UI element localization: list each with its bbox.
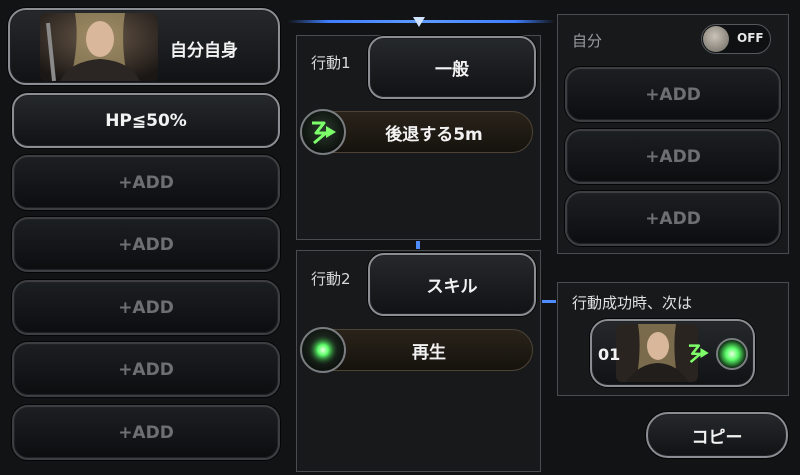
mid-connector-dot xyxy=(416,241,420,249)
action1-type-button[interactable]: 一般 xyxy=(368,36,536,99)
add-label: +ADD xyxy=(118,234,174,255)
copy-label: コピー xyxy=(691,427,743,448)
next-orb-icon xyxy=(716,338,748,370)
retreat-arrow-icon xyxy=(300,109,346,155)
target-self-button[interactable]: 自分自身 xyxy=(8,8,280,85)
character-portrait xyxy=(40,13,158,81)
self-add-button[interactable]: +ADD xyxy=(565,191,781,246)
add-condition-button[interactable]: +ADD xyxy=(12,342,280,397)
next-action-header: 行動成功時、次は xyxy=(572,294,693,312)
add-label: +ADD xyxy=(645,146,701,167)
condition-hp-label: HP≦50% xyxy=(105,110,187,131)
target-self-label: 自分自身 xyxy=(170,41,238,61)
add-condition-button[interactable]: +ADD xyxy=(12,280,280,335)
toggle-label: OFF xyxy=(737,31,764,45)
condition-hp-button[interactable]: HP≦50% xyxy=(12,93,280,148)
add-label: +ADD xyxy=(118,359,174,380)
add-label: +ADD xyxy=(645,84,701,105)
self-label: 自分 xyxy=(572,32,603,50)
add-label: +ADD xyxy=(645,208,701,229)
action1-label: 行動1 xyxy=(311,54,351,72)
action1-skill-label: 後退する5m xyxy=(385,124,483,145)
connector-arrow-icon xyxy=(413,17,425,27)
toggle-knob xyxy=(703,26,729,52)
add-label: +ADD xyxy=(118,172,174,193)
green-orb-icon xyxy=(300,327,346,373)
add-label: +ADD xyxy=(118,297,174,318)
action2-label: 行動2 xyxy=(311,270,351,288)
action1-type-label: 一般 xyxy=(435,60,469,80)
action2-skill-label: 再生 xyxy=(412,342,446,363)
right-connector-dot xyxy=(542,300,556,303)
self-add-button[interactable]: +ADD xyxy=(565,67,781,122)
next-action-slot[interactable]: 01 xyxy=(590,319,755,387)
self-toggle[interactable]: OFF xyxy=(701,24,771,54)
action2-type-button[interactable]: スキル xyxy=(368,253,536,316)
add-label: +ADD xyxy=(118,422,174,443)
action2-type-label: スキル xyxy=(426,277,478,297)
next-retreat-icon xyxy=(684,339,712,367)
add-condition-button[interactable]: +ADD xyxy=(12,155,280,210)
add-condition-button[interactable]: +ADD xyxy=(12,405,280,460)
copy-button[interactable]: コピー xyxy=(646,412,788,458)
self-add-button[interactable]: +ADD xyxy=(565,129,781,184)
next-action-number: 01 xyxy=(598,345,621,364)
add-condition-button[interactable]: +ADD xyxy=(12,217,280,272)
